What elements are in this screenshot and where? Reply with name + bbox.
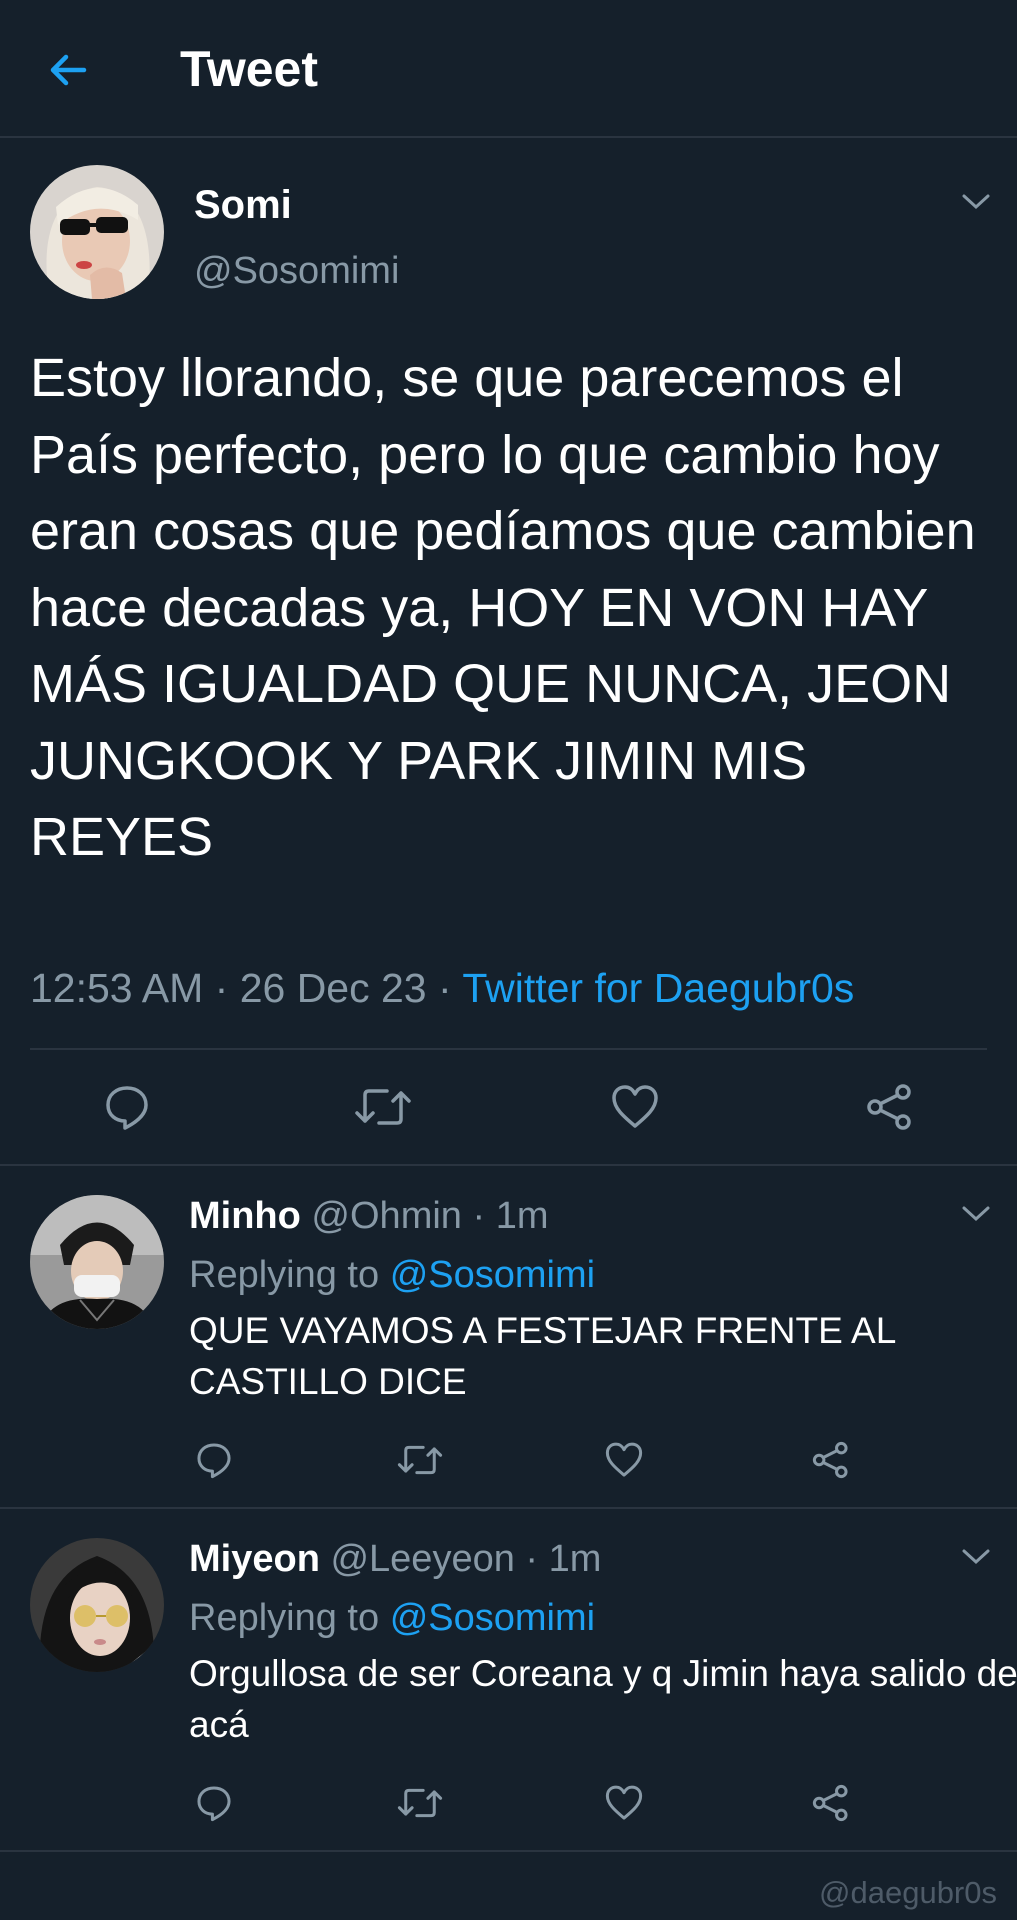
- divider: [30, 1048, 987, 1050]
- divider: [0, 1850, 1017, 1852]
- tweet-date: 26 Dec 23: [239, 965, 427, 1011]
- watermark: @daegubr0s: [819, 1875, 997, 1910]
- separator: ·: [438, 965, 452, 1011]
- divider: [0, 1507, 1017, 1509]
- chevron-down-icon[interactable]: [961, 1547, 991, 1567]
- avatar[interactable]: [30, 1195, 164, 1329]
- tweet-text: Estoy llorando, se que parecemos el País…: [30, 348, 976, 867]
- reply-icon[interactable]: [103, 1083, 151, 1131]
- separator: ·: [472, 1195, 486, 1237]
- share-icon[interactable]: [812, 1784, 850, 1822]
- replying-prefix: Replying to: [189, 1597, 380, 1639]
- share-icon[interactable]: [812, 1441, 850, 1479]
- chevron-down-icon[interactable]: [961, 192, 991, 212]
- replying-to-link[interactable]: @Sosomimi: [390, 1254, 595, 1296]
- replying-to: Replying to @Sosomimi: [189, 1597, 595, 1640]
- separator: ·: [214, 965, 229, 1011]
- reply-time: 1m: [548, 1538, 602, 1580]
- share-icon[interactable]: [866, 1083, 914, 1131]
- replying-to-link[interactable]: @Sosomimi: [390, 1597, 595, 1639]
- reply-text: QUE VAYAMOS A FESTEJAR FRENTE AL CASTILL…: [189, 1310, 895, 1402]
- author-name[interactable]: Miyeon: [189, 1538, 320, 1580]
- tweet-time: 12:53 AM: [30, 965, 204, 1011]
- retweet-icon[interactable]: [396, 1441, 444, 1479]
- divider: [0, 1164, 1017, 1166]
- reply-icon[interactable]: [195, 1441, 233, 1479]
- tweet-source-link[interactable]: Twitter for Daegubr0s: [462, 965, 854, 1011]
- reply-header: Minho @Ohmin · 1m: [189, 1195, 549, 1238]
- author-handle[interactable]: @Leeyeon: [330, 1538, 514, 1580]
- separator: ·: [525, 1538, 539, 1580]
- back-arrow-icon[interactable]: [44, 46, 92, 94]
- like-icon[interactable]: [611, 1083, 659, 1131]
- reply-text: Orgullosa de ser Coreana y q Jimin haya …: [189, 1653, 1017, 1745]
- page-title: Tweet: [180, 41, 318, 97]
- replying-prefix: Replying to: [189, 1254, 380, 1296]
- avatar[interactable]: [30, 165, 164, 299]
- like-icon[interactable]: [605, 1784, 643, 1822]
- author-handle[interactable]: @Ohmin: [311, 1195, 462, 1237]
- avatar[interactable]: [30, 1538, 164, 1672]
- reply-icon[interactable]: [195, 1784, 233, 1822]
- reply-time: 1m: [495, 1195, 549, 1237]
- reply-header: Miyeon @Leeyeon · 1m: [189, 1538, 601, 1581]
- author-name[interactable]: Minho: [189, 1195, 301, 1237]
- tweet-meta: 12:53 AM · 26 Dec 23 · Twitter for Daegu…: [30, 965, 854, 1012]
- author-name[interactable]: Somi: [194, 183, 292, 228]
- retweet-icon[interactable]: [396, 1784, 444, 1822]
- retweet-icon[interactable]: [353, 1083, 413, 1131]
- like-icon[interactable]: [605, 1441, 643, 1479]
- replying-to: Replying to @Sosomimi: [189, 1254, 595, 1297]
- chevron-down-icon[interactable]: [961, 1204, 991, 1224]
- author-handle[interactable]: @Sosomimi: [194, 250, 399, 293]
- top-bar: Tweet: [0, 0, 1017, 138]
